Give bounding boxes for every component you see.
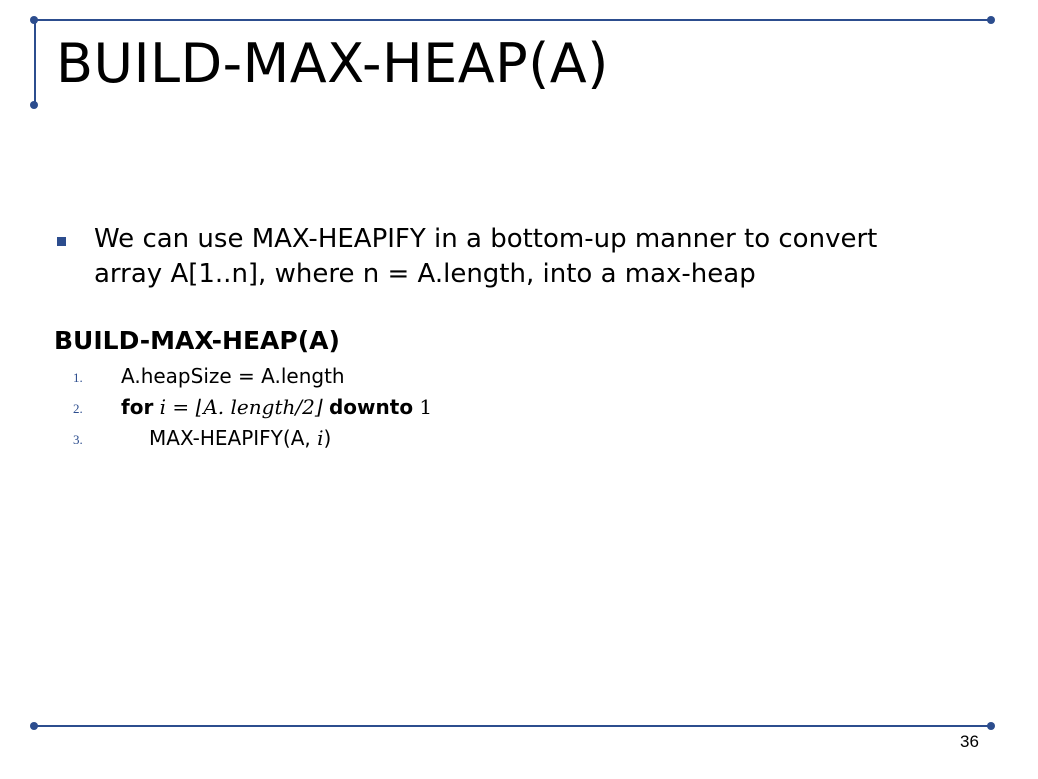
line-number: 1.	[73, 370, 83, 385]
page-number: 36	[960, 732, 979, 751]
bottom-left-dot	[30, 722, 38, 730]
top-rule	[34, 19, 991, 21]
keyword-for: for	[121, 395, 154, 419]
floor-expression: ⌊A. length/2⌋	[195, 395, 323, 419]
code-text: MAX-HEAPIFY(A, i)	[149, 426, 331, 450]
keyword-downto: downto	[328, 395, 414, 419]
bullet-line-1: We can use MAX-HEAPIFY in a bottom-up ma…	[94, 224, 878, 254]
code-line-3: 3. MAX-HEAPIFY(A, i)	[0, 426, 600, 454]
bottom-right-dot	[987, 722, 995, 730]
code-line-2: 2. for i = ⌊A. length/2⌋ downto 1	[0, 395, 600, 423]
line-number: 3.	[73, 432, 83, 447]
algorithm-title: BUILD-MAX-HEAP(A)	[54, 326, 340, 355]
call-close: )	[323, 426, 332, 450]
top-right-dot	[987, 16, 995, 24]
bullet-square-icon	[57, 237, 66, 246]
code-text: A.heapSize = A.length	[121, 364, 345, 388]
slide-title: BUILD-MAX-HEAP(A)	[56, 32, 609, 95]
equals-sign: =	[166, 395, 196, 419]
bullet-line-2: array A[1..n], where n = A.length, into …	[94, 259, 756, 289]
left-bottom-dot	[30, 101, 38, 109]
code-line-1: 1. A.heapSize = A.length	[0, 364, 600, 392]
bullet-text: We can use MAX-HEAPIFY in a bottom-up ma…	[94, 222, 994, 292]
line-number: 2.	[73, 401, 83, 416]
code-text: for i = ⌊A. length/2⌋ downto 1	[121, 395, 432, 419]
function-call: MAX-HEAPIFY(A,	[149, 426, 318, 450]
bottom-rule	[34, 725, 991, 727]
left-rule	[34, 19, 36, 105]
loop-end: 1	[419, 395, 433, 419]
